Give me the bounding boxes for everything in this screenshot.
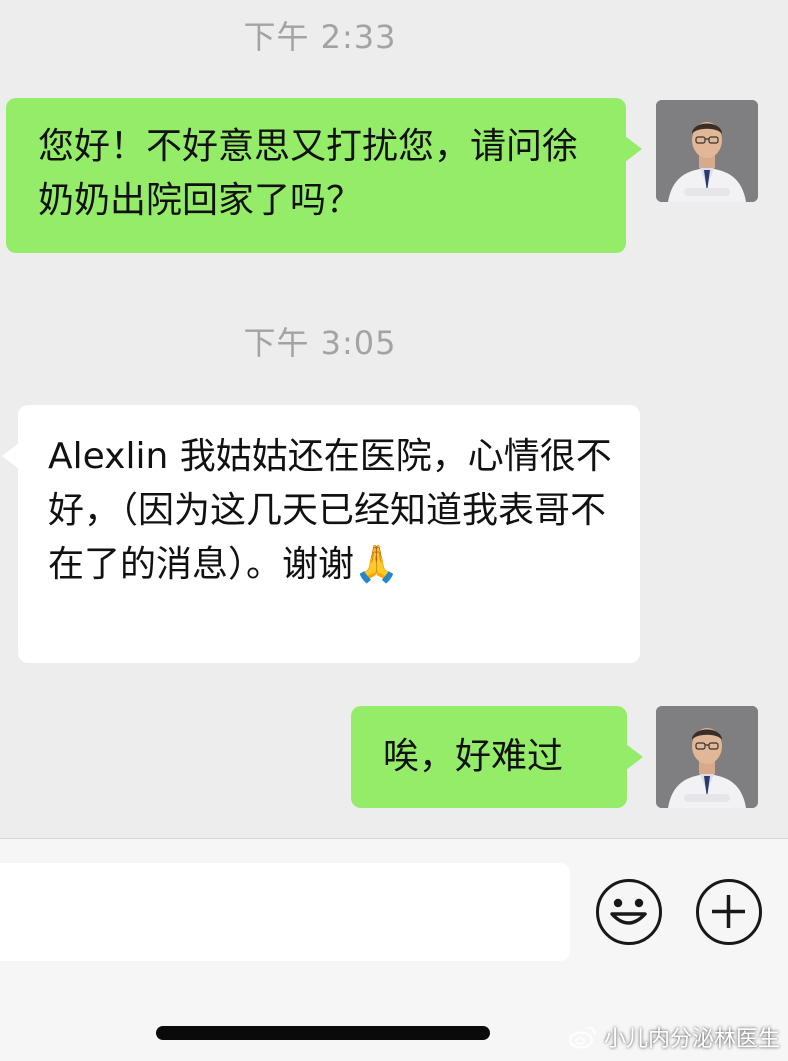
message-bubble-sent[interactable]: 唉，好难过 [351,706,643,808]
weibo-logo-icon [568,1027,596,1049]
plus-circle-icon [712,895,745,928]
message-text: Alexlin 我姑姑还在医院，心情很不好，（因为这几天已经知道我表哥不在了的消… [48,436,612,585]
more-options-button[interactable] [696,879,762,945]
message-text-input[interactable] [0,863,570,961]
chat-message-list[interactable]: 下午 2:33 您好！不好意思又打扰您，请问徐奶奶出院回家了吗？ 下午 3:05… [0,0,788,838]
emoji-smile-icon [610,898,647,925]
message-timestamp: 下午 3:05 [243,324,397,362]
message-timestamp: 下午 2:33 [243,18,397,56]
sender-avatar[interactable] [656,100,758,202]
watermark: 小儿内分泌林医生 [568,1021,780,1053]
sender-avatar[interactable] [656,706,758,808]
message-text: 唉，好难过 [383,736,564,777]
watermark-text: 小儿内分泌林医生 [603,1027,780,1052]
message-bubble-sent[interactable]: 您好！不好意思又打扰您，请问徐奶奶出院回家了吗？ [6,98,642,253]
message-input-bar: 小儿内分泌林医生 [0,838,788,1061]
home-indicator[interactable] [156,1026,490,1040]
message-bubble-received[interactable]: Alexlin 我姑姑还在医院，心情很不好，（因为这几天已经知道我表哥不在了的消… [2,405,640,663]
message-text: 您好！不好意思又打扰您，请问徐奶奶出院回家了吗？ [38,126,579,221]
emoji-button[interactable] [596,879,662,945]
